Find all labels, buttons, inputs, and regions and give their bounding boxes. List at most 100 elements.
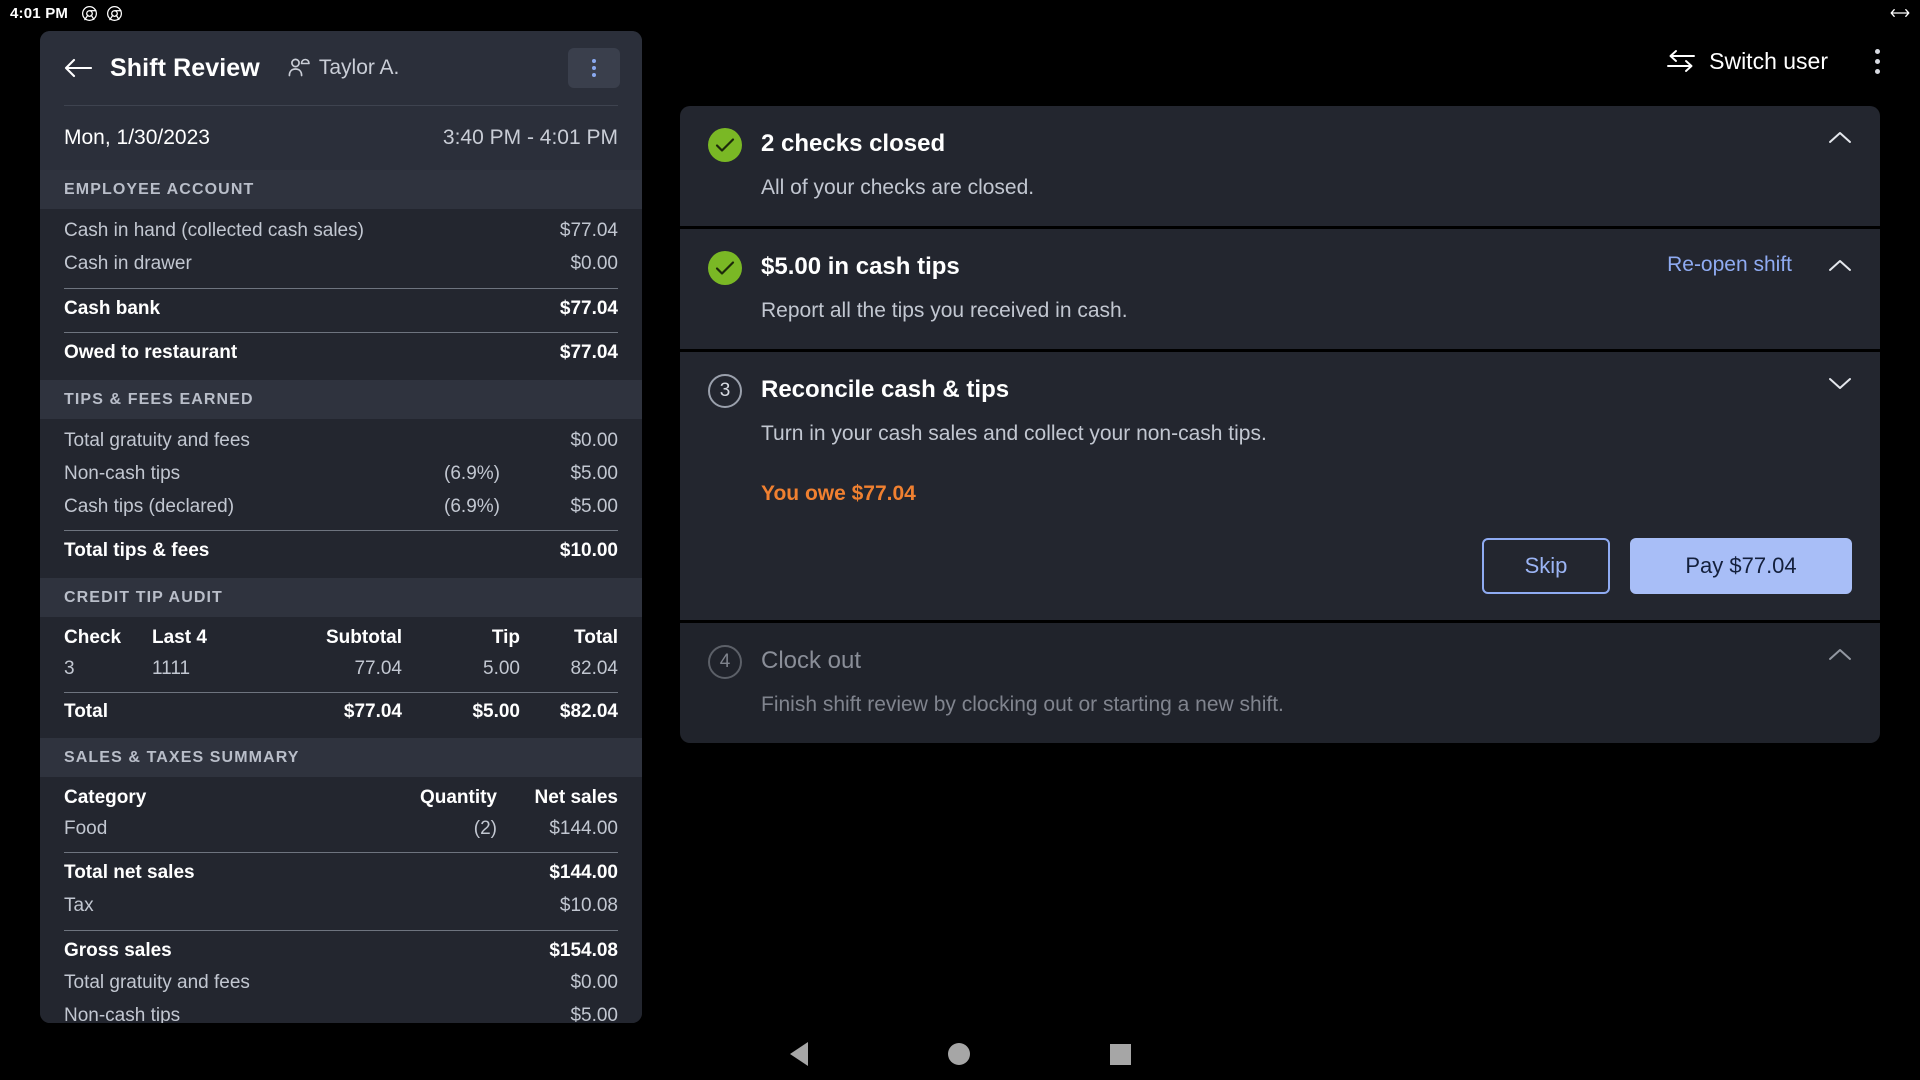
divider bbox=[64, 692, 618, 693]
status-bar-notification-icons bbox=[82, 5, 123, 21]
checklist-card-reconcile[interactable]: 3 Reconcile cash & tips Turn in your cas… bbox=[680, 349, 1880, 620]
arrow-left-icon[interactable] bbox=[64, 57, 92, 79]
line-item-label: Cash in hand (collected cash sales) bbox=[64, 220, 364, 241]
line-item-label: Cash in drawer bbox=[64, 252, 192, 274]
reopen-shift-link[interactable]: Re-open shift bbox=[1667, 253, 1792, 277]
card-button-row: Skip Pay $77.04 bbox=[708, 538, 1852, 594]
app-top-bar: Switch user bbox=[660, 26, 1920, 96]
chevron-up-icon[interactable] bbox=[1828, 258, 1852, 273]
checklist-card-cash-tips[interactable]: $5.00 in cash tips Re-open shift Report … bbox=[680, 226, 1880, 349]
chevron-up-icon[interactable] bbox=[1828, 130, 1852, 145]
chrome-icon bbox=[107, 5, 123, 21]
line-item-amount: $5.00 bbox=[570, 462, 618, 484]
cell-blank bbox=[152, 701, 260, 723]
shift-user-name: Taylor A. bbox=[318, 56, 400, 79]
shift-review-header: Shift Review Taylor A. Mon, 1/30/2023 3:… bbox=[40, 31, 642, 170]
column-header: Quantity bbox=[419, 787, 497, 808]
column-header: Last 4 bbox=[152, 627, 207, 648]
section-header-tips-fees: TIPS & FEES EARNED bbox=[40, 380, 642, 419]
line-item-label: Non-cash tips bbox=[64, 462, 181, 484]
recents-square-icon[interactable] bbox=[1109, 1043, 1131, 1065]
line-item-row: Gross sales $154.08 bbox=[64, 935, 618, 968]
card-header: $5.00 in cash tips Re-open shift bbox=[708, 251, 1852, 285]
section-body-employee-account: Cash in hand (collected cash sales) $77.… bbox=[40, 209, 642, 380]
column-header: Net sales bbox=[534, 787, 618, 808]
line-item-row: Cash in drawer $0.00 bbox=[64, 248, 618, 281]
line-item-label: Total net sales bbox=[64, 862, 195, 883]
line-item-percent: (6.9%) bbox=[444, 495, 500, 517]
more-vertical-icon[interactable] bbox=[1854, 38, 1900, 84]
card-header: 2 checks closed bbox=[708, 128, 1852, 162]
check-circle-icon bbox=[708, 251, 742, 285]
line-item-row: Cash bank $77.04 bbox=[64, 293, 618, 326]
home-circle-icon[interactable] bbox=[947, 1043, 970, 1065]
switch-user-label: Switch user bbox=[1709, 47, 1828, 74]
line-item-row: Cash in hand (collected cash sales) $77.… bbox=[64, 215, 618, 248]
swap-arrows-icon bbox=[1667, 50, 1696, 72]
line-item-amount: $77.04 bbox=[559, 342, 618, 364]
line-item-label: Total gratuity and fees bbox=[64, 972, 250, 994]
step-number-badge: 4 bbox=[708, 645, 742, 679]
card-actions bbox=[1828, 647, 1852, 662]
cell-category: Food bbox=[64, 818, 108, 839]
shift-time-range: 3:40 PM - 4:01 PM bbox=[442, 126, 618, 149]
resize-horizontal-icon[interactable] bbox=[1890, 6, 1910, 20]
chevron-up-icon[interactable] bbox=[1828, 647, 1852, 662]
shift-date: Mon, 1/30/2023 bbox=[64, 126, 210, 149]
section-body-credit-tip-audit: Check Last 4 Subtotal Tip Total 3 1111 7… bbox=[40, 617, 642, 738]
column-header: Tip bbox=[491, 627, 520, 648]
card-header: 3 Reconcile cash & tips bbox=[708, 374, 1852, 408]
line-item-amount: $144.00 bbox=[549, 862, 618, 883]
status-bar-clock: 4:01 PM bbox=[10, 4, 69, 22]
chevron-down-icon[interactable] bbox=[1828, 376, 1852, 391]
table-header-row: Category Quantity Net sales bbox=[64, 783, 618, 814]
line-item-row: Total net sales $144.00 bbox=[64, 857, 618, 890]
line-item-row: Total gratuity and fees $0.00 bbox=[64, 425, 618, 458]
card-title: Clock out bbox=[761, 647, 862, 674]
line-item-row: Total gratuity and fees $0.00 bbox=[64, 967, 618, 1000]
line-item-label: Gross sales bbox=[64, 939, 172, 961]
card-title: $5.00 in cash tips bbox=[761, 253, 960, 280]
line-item-label: Owed to restaurant bbox=[64, 342, 238, 364]
column-header: Total bbox=[574, 627, 618, 648]
card-description: All of your checks are closed. bbox=[761, 176, 1035, 199]
card-header: 4 Clock out bbox=[708, 645, 1852, 679]
cell-tip: 5.00 bbox=[483, 658, 520, 679]
page-title: Shift Review bbox=[110, 53, 260, 82]
line-item-row: Owed to restaurant $77.04 bbox=[64, 337, 618, 370]
shift-checklist: 2 checks closed All of your checks are c… bbox=[680, 106, 1880, 743]
skip-button[interactable]: Skip bbox=[1482, 538, 1610, 594]
column-header: Subtotal bbox=[326, 627, 402, 648]
card-title: 2 checks closed bbox=[761, 130, 946, 157]
line-item-row: Tax $10.08 bbox=[64, 890, 618, 923]
table-row: 3 1111 77.04 5.00 82.04 bbox=[64, 654, 618, 685]
section-header-employee-account: EMPLOYEE ACCOUNT bbox=[40, 170, 642, 209]
line-item-amount: $5.00 bbox=[570, 1005, 618, 1023]
line-item-amount: $10.00 bbox=[559, 540, 618, 562]
table-total-row: Total $77.04 $5.00 $82.04 bbox=[64, 697, 618, 728]
line-item-percent: (6.9%) bbox=[444, 462, 500, 484]
shift-review-overflow-button[interactable] bbox=[568, 48, 620, 88]
pay-button[interactable]: Pay $77.04 bbox=[1630, 538, 1852, 594]
amount-owed-text: You owe $77.04 bbox=[761, 482, 916, 505]
divider bbox=[64, 530, 618, 532]
checklist-card-checks-closed[interactable]: 2 checks closed All of your checks are c… bbox=[680, 106, 1880, 226]
android-status-bar: 4:01 PM bbox=[0, 0, 1920, 26]
switch-user-button[interactable]: Switch user bbox=[1657, 42, 1838, 81]
line-item-label: Tax bbox=[64, 894, 94, 916]
line-item-amount: $77.04 bbox=[559, 297, 618, 319]
line-item-label: Cash bank bbox=[64, 297, 161, 319]
section-body-tips-fees: Total gratuity and fees $0.00 Non-cash t… bbox=[40, 419, 642, 578]
line-item-row: Cash tips (declared) (6.9%) $5.00 bbox=[64, 491, 618, 524]
cell-tip: $5.00 bbox=[472, 701, 520, 722]
cell-total-label: Total bbox=[64, 701, 108, 722]
divider bbox=[64, 929, 618, 931]
back-triangle-icon[interactable] bbox=[789, 1042, 808, 1066]
line-item-amount: $154.08 bbox=[549, 939, 618, 961]
column-header: Category bbox=[64, 787, 147, 808]
card-description: Report all the tips you received in cash… bbox=[761, 299, 1128, 322]
table-row: Food (2) $144.00 bbox=[64, 814, 618, 845]
cell-last4: 1111 bbox=[152, 658, 191, 679]
android-nav-bar bbox=[0, 1028, 1920, 1080]
checklist-card-clock-out[interactable]: 4 Clock out Finish shift review by clock… bbox=[680, 620, 1880, 743]
